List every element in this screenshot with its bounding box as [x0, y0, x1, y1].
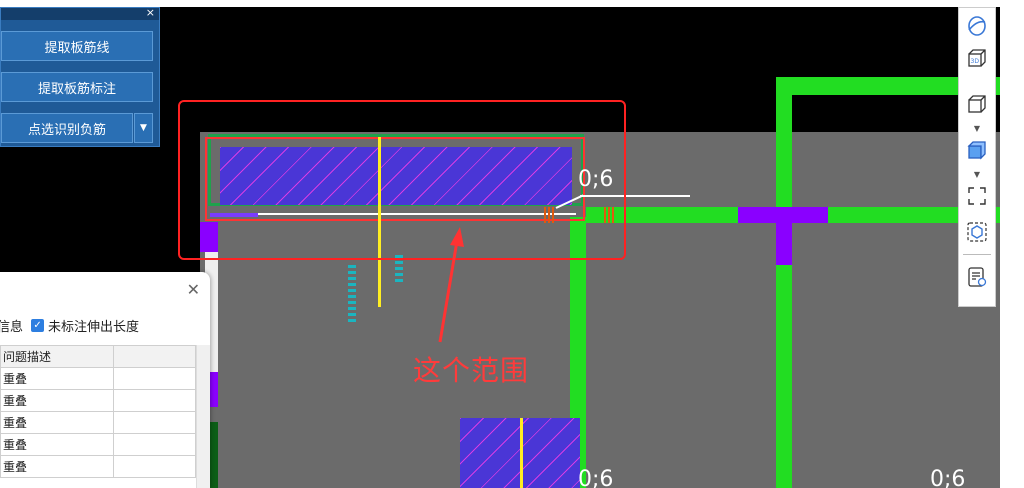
- box-view-icon[interactable]: [959, 90, 995, 118]
- table-cell: 重叠: [0, 433, 114, 456]
- beam-vertical-right: [776, 77, 792, 488]
- dialog-close-button[interactable]: ✕: [187, 280, 200, 299]
- extract-rebar-lines-button[interactable]: 提取板筋线: [1, 31, 153, 61]
- toolbar-separator: [963, 254, 991, 255]
- table-cell: 重叠: [0, 455, 114, 478]
- cyan-mark: [348, 262, 356, 322]
- dialog-options: 信息 ✓ 未标注伸出长度: [0, 316, 139, 335]
- unlabeled-extension-label: 未标注伸出长度: [48, 320, 140, 335]
- panel-title-bar: ×: [1, 6, 159, 20]
- annotation-box: [178, 100, 626, 260]
- rebar-tool-panel: × 提取板筋线 提取板筋标注 点选识别负筋 ▼: [0, 6, 160, 147]
- table-scrollbar[interactable]: [196, 345, 210, 488]
- table-cell: 重叠: [0, 411, 114, 434]
- table-row[interactable]: 重叠: [0, 433, 196, 456]
- rebar-label-lower: 0;6: [578, 467, 614, 488]
- svg-text:3D: 3D: [971, 58, 980, 65]
- panel-close-button[interactable]: ×: [146, 6, 155, 19]
- view-toolbar: 3D ▼ ▼: [958, 7, 996, 307]
- table-row[interactable]: 重叠: [0, 389, 196, 412]
- column-header-description: 问题描述: [0, 345, 114, 368]
- problem-table: 问题描述 重叠 重叠 重叠 重叠 重叠: [0, 345, 196, 478]
- table-cell: 重叠: [0, 367, 114, 390]
- rebar-label-right: 0;6: [930, 467, 966, 488]
- left-purple-strip-lower: [210, 372, 218, 407]
- option-info-label: 信息: [0, 320, 24, 335]
- fullscreen-icon[interactable]: [959, 182, 995, 210]
- annotation-arrow: [438, 227, 464, 343]
- unlabeled-extension-checkbox[interactable]: ✓: [31, 319, 45, 332]
- extract-rebar-labels-button[interactable]: 提取板筋标注: [1, 72, 153, 102]
- orbit-icon[interactable]: [959, 12, 995, 40]
- target-box-icon[interactable]: [959, 218, 995, 246]
- report-icon[interactable]: [959, 262, 995, 292]
- problem-dialog: ✕ 信息 ✓ 未标注伸出长度 问题描述 重叠 重叠 重叠 重叠 重叠: [0, 272, 210, 488]
- yellow-axis-lower: [520, 418, 523, 488]
- 3d-view-icon[interactable]: 3D: [959, 44, 995, 72]
- box-view-dropdown[interactable]: ▼: [959, 124, 995, 133]
- table-cell: 重叠: [0, 389, 114, 412]
- pick-negative-rebar-button[interactable]: 点选识别负筋: [1, 113, 133, 143]
- table-header-row: 问题描述: [0, 345, 196, 368]
- table-row[interactable]: 重叠: [0, 455, 196, 478]
- left-dark-green-strip: [210, 422, 218, 488]
- pick-negative-rebar-dropdown[interactable]: ▼: [134, 113, 153, 143]
- solid-box-icon[interactable]: [959, 136, 995, 164]
- solid-box-dropdown[interactable]: ▼: [959, 170, 995, 179]
- table-row[interactable]: 重叠: [0, 367, 196, 390]
- annotation-text: 这个范围: [413, 354, 530, 387]
- column-joint-vertical: [776, 207, 792, 265]
- table-row[interactable]: 重叠: [0, 411, 196, 434]
